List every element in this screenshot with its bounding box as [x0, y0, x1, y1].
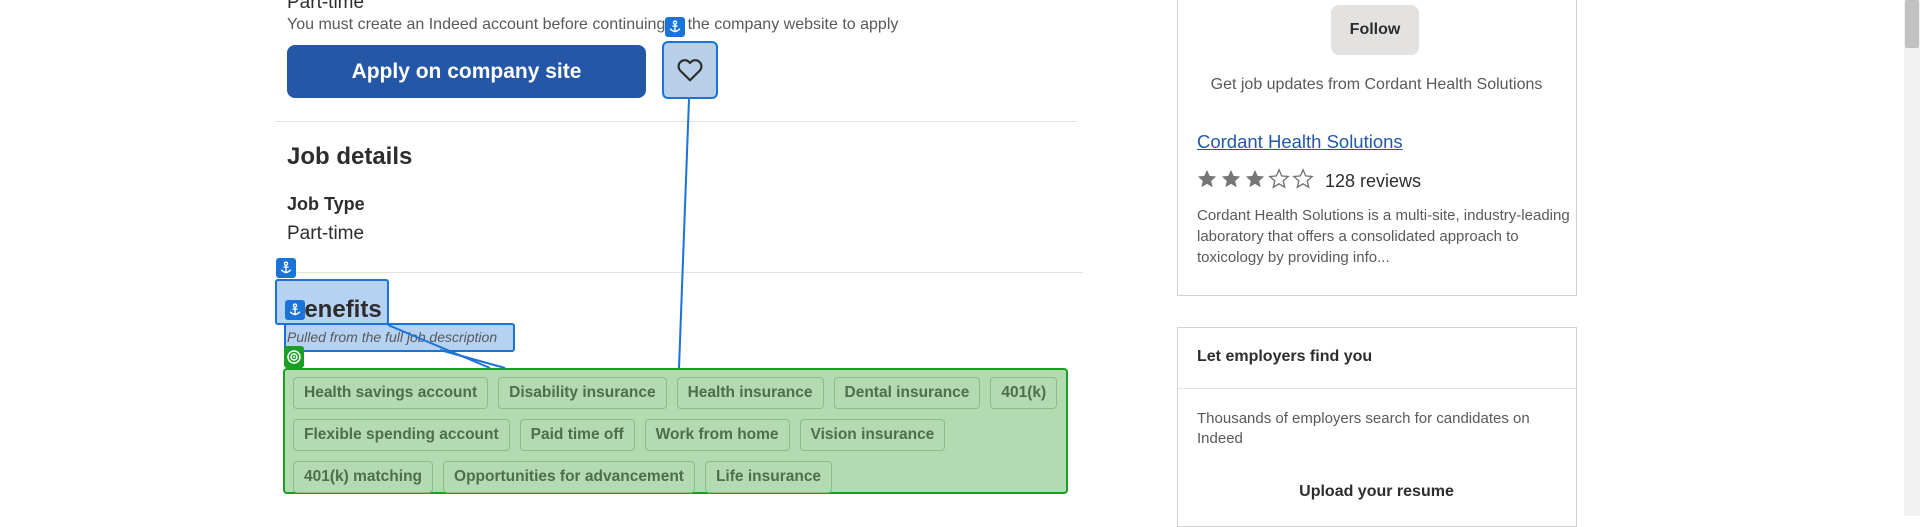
- star-icon: [1221, 169, 1241, 188]
- company-description: Cordant Health Solutions is a multi-site…: [1197, 207, 1570, 266]
- scrollbar[interactable]: [1904, 0, 1920, 516]
- star-icon: [1292, 168, 1314, 189]
- employers-card-title: Let employers find you: [1197, 348, 1373, 365]
- job-updates-text: Get job updates from Cordant Health Solu…: [1210, 76, 1543, 93]
- star-icon: [1268, 168, 1290, 189]
- target-icon: [284, 346, 304, 368]
- anchor-icon: [285, 300, 305, 320]
- divider: [1178, 388, 1576, 389]
- star-icon: [1197, 169, 1217, 188]
- anchor-icon: [276, 258, 296, 278]
- company-name-link[interactable]: Cordant Health Solutions: [1197, 131, 1403, 153]
- follow-button[interactable]: Follow: [1331, 5, 1419, 55]
- review-count[interactable]: 128 reviews: [1325, 171, 1421, 192]
- company-rating: [1196, 168, 1314, 190]
- scrollbar-thumb[interactable]: [1905, 0, 1919, 48]
- employers-card-text: Thousands of employers search for candid…: [1197, 410, 1530, 447]
- upload-resume-link[interactable]: Upload your resume: [1177, 483, 1576, 501]
- anchor-icon: [665, 17, 685, 37]
- star-icon: [1245, 169, 1265, 188]
